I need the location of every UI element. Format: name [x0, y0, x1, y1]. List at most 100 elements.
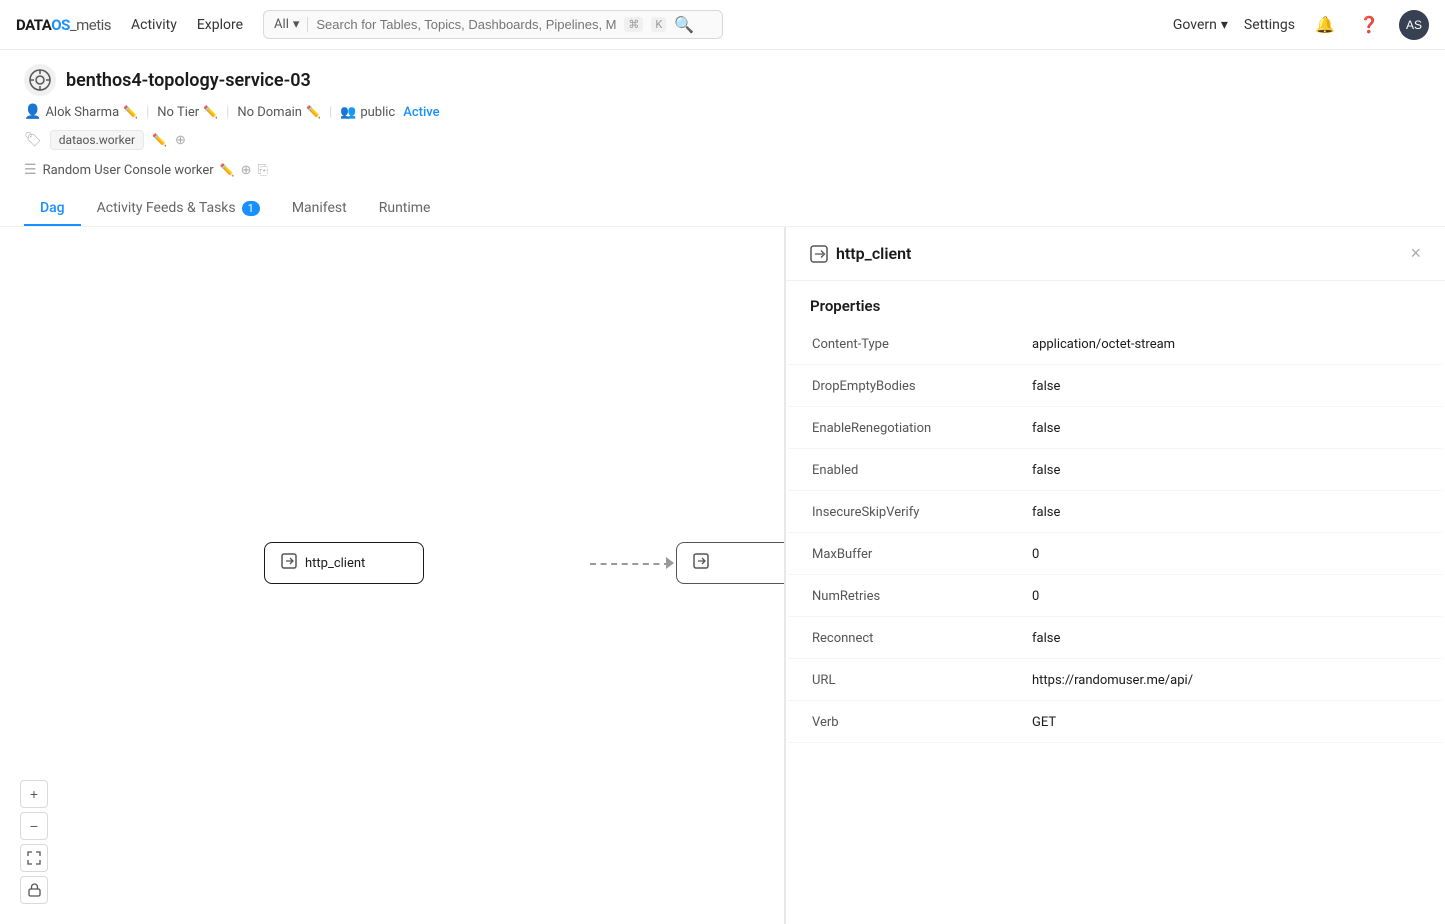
prop-value: GET: [1032, 715, 1056, 730]
prop-key: MaxBuffer: [812, 547, 1032, 562]
table-row: Reconnectfalse: [788, 619, 1443, 659]
prop-value: false: [1032, 505, 1060, 520]
nav-right: Govern ▾ Settings 🔔 ❓ AS: [1173, 10, 1429, 40]
table-row: URLhttps://randomuser.me/api/: [788, 661, 1443, 701]
tab-dag-label: Dag: [40, 200, 65, 216]
app-logo[interactable]: DATAOS_metis: [16, 16, 111, 34]
separator-2: |: [226, 105, 229, 120]
zoom-out-button[interactable]: −: [20, 812, 48, 840]
owner-icon: 👤: [24, 104, 41, 120]
panel-header: http_client ×: [786, 227, 1445, 281]
search-all-label: All: [274, 17, 289, 32]
avatar[interactable]: AS: [1399, 10, 1429, 40]
description-text: Random User Console worker: [43, 163, 214, 178]
tab-activity[interactable]: Activity Feeds & Tasks 1: [81, 192, 276, 226]
settings-button[interactable]: Settings: [1244, 17, 1295, 33]
top-nav: DATAOS_metis Activity Explore All ▾ ⌘ K …: [0, 0, 1445, 50]
dag-canvas[interactable]: http_client + −: [0, 227, 785, 924]
govern-button[interactable]: Govern ▾: [1173, 17, 1228, 33]
tag-add-icon[interactable]: ⊕: [175, 133, 186, 148]
tab-dag[interactable]: Dag: [24, 192, 81, 226]
prop-key: Enabled: [812, 463, 1032, 478]
tab-activity-badge: 1: [242, 201, 260, 216]
notifications-icon[interactable]: 🔔: [1311, 11, 1339, 39]
dag-arrow-head: [666, 557, 674, 569]
entity-icon: [24, 64, 56, 96]
dag-controls: + −: [20, 780, 48, 904]
nav-activity[interactable]: Activity: [131, 17, 177, 33]
tag-row: 🏷 dataos.worker ✏️ ⊕: [24, 130, 1421, 150]
tab-activity-label: Activity Feeds & Tasks: [97, 200, 236, 216]
entity-title: benthos4-topology-service-03: [66, 70, 311, 91]
panel-title-text: http_client: [836, 244, 911, 263]
tab-runtime[interactable]: Runtime: [363, 192, 447, 226]
table-row: Content-Typeapplication/octet-stream: [788, 325, 1443, 365]
logo-metis: _metis: [70, 16, 111, 34]
separator-3: |: [329, 105, 332, 120]
tab-manifest[interactable]: Manifest: [276, 192, 363, 226]
prop-value: false: [1032, 421, 1060, 436]
domain-label: No Domain: [237, 105, 302, 120]
fit-view-button[interactable]: [20, 844, 48, 872]
entity-title-row: benthos4-topology-service-03: [24, 64, 1421, 96]
description-action-2[interactable]: ⎘: [258, 163, 268, 178]
table-row: Enabledfalse: [788, 451, 1443, 491]
table-row: EnableRenegotiationfalse: [788, 409, 1443, 449]
search-icon[interactable]: 🔍: [674, 15, 694, 34]
prop-value: false: [1032, 631, 1060, 646]
zoom-in-button[interactable]: +: [20, 780, 48, 808]
panel-body[interactable]: Properties Content-Typeapplication/octet…: [786, 281, 1445, 924]
tier-edit-icon[interactable]: ✏️: [203, 105, 218, 119]
visibility-icon: 👥: [340, 105, 356, 120]
tab-manifest-label: Manifest: [292, 200, 347, 216]
owner-name: Alok Sharma: [45, 105, 119, 120]
table-row: DropEmptyBodiesfalse: [788, 367, 1443, 407]
dag-node-label: http_client: [305, 556, 365, 571]
description-row: ☰ Random User Console worker ✏️ ⊕ ⎘: [24, 162, 1421, 178]
description-edit-icon[interactable]: ✏️: [220, 163, 235, 177]
prop-key: Content-Type: [812, 337, 1032, 352]
properties-table: Content-Typeapplication/octet-streamDrop…: [786, 323, 1445, 745]
prop-value: false: [1032, 379, 1060, 394]
prop-key: EnableRenegotiation: [812, 421, 1032, 436]
main-content: http_client + − http_client: [0, 227, 1445, 924]
search-filter-all[interactable]: All ▾: [274, 17, 308, 32]
description-action-1[interactable]: ⊕: [241, 163, 252, 178]
domain-edit-icon[interactable]: ✏️: [306, 105, 321, 119]
owner-edit-icon[interactable]: ✏️: [123, 105, 138, 119]
tag-icon: 🏷: [24, 132, 42, 148]
meta-tier: No Tier ✏️: [157, 105, 218, 120]
entity-meta: 👤 Alok Sharma ✏️ | No Tier ✏️ | No Domai…: [24, 104, 1421, 120]
panel-close-button[interactable]: ×: [1410, 243, 1421, 264]
chevron-down-icon: ▾: [293, 17, 300, 32]
chevron-down-icon: ▾: [1221, 17, 1228, 33]
prop-key: Reconnect: [812, 631, 1032, 646]
svg-text:AS: AS: [1406, 18, 1422, 32]
description-icon: ☰: [24, 162, 37, 178]
dag-node-output[interactable]: [676, 542, 785, 584]
prop-key: URL: [812, 673, 1032, 688]
table-row: VerbGET: [788, 703, 1443, 743]
dag-node-http-client[interactable]: http_client: [264, 542, 424, 584]
prop-key: InsecureSkipVerify: [812, 505, 1032, 520]
govern-label: Govern: [1173, 17, 1217, 33]
panel-section-title: Properties: [786, 281, 1445, 323]
tab-runtime-label: Runtime: [379, 200, 431, 216]
tag-edit-icon[interactable]: ✏️: [152, 133, 167, 147]
lock-button[interactable]: [20, 876, 48, 904]
separator-1: |: [146, 105, 149, 120]
table-row: MaxBuffer0: [788, 535, 1443, 575]
search-bar: All ▾ ⌘ K 🔍: [263, 10, 723, 39]
search-input[interactable]: [316, 17, 616, 32]
prop-value: https://randomuser.me/api/: [1032, 673, 1193, 688]
logo-data: DATA: [16, 16, 51, 34]
nav-explore[interactable]: Explore: [197, 17, 243, 33]
panel-title-icon: [810, 245, 828, 263]
help-icon[interactable]: ❓: [1355, 11, 1383, 39]
tag-item[interactable]: dataos.worker: [50, 130, 144, 150]
right-panel: http_client × Properties Content-Typeapp…: [785, 227, 1445, 924]
entity-header: benthos4-topology-service-03 👤 Alok Shar…: [0, 50, 1445, 227]
node-output-icon: [693, 553, 709, 573]
visibility-label: public: [360, 105, 395, 120]
panel-title: http_client: [810, 244, 911, 263]
